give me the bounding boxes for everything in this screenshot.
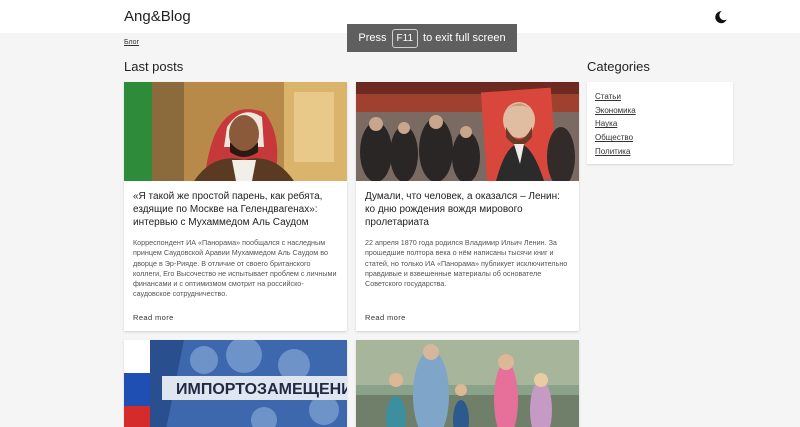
category-link-politics[interactable]: Политика: [595, 145, 725, 159]
moon-icon[interactable]: [713, 9, 729, 25]
category-link-science[interactable]: Наука: [595, 117, 725, 131]
post-title[interactable]: Думали, что человек, а оказался – Ленин:…: [365, 190, 570, 229]
fullscreen-notice: Press F11 to exit full screen: [347, 24, 517, 52]
post-card[interactable]: ИМПОРТОЗАМЕЩЕНИ: [124, 340, 347, 427]
post-image-prince[interactable]: [124, 82, 347, 181]
post-image-caption: ИМПОРТОЗАМЕЩЕНИ: [176, 381, 347, 398]
post-excerpt: 22 апреля 1870 года родился Владимир Иль…: [365, 238, 568, 289]
last-posts-heading: Last posts: [124, 59, 184, 74]
category-link-economy[interactable]: Экономика: [595, 104, 725, 118]
post-image-import-substitution[interactable]: ИМПОРТОЗАМЕЩЕНИ: [124, 340, 347, 427]
breadcrumb-blog[interactable]: Блог: [124, 39, 139, 46]
post-card[interactable]: [356, 340, 579, 427]
fullscreen-notice-after: to exit full screen: [423, 32, 506, 44]
brand-logo[interactable]: Ang&Blog: [124, 8, 191, 25]
category-link-articles[interactable]: Статьи: [595, 90, 725, 104]
category-link-society[interactable]: Общество: [595, 131, 725, 145]
read-more-link[interactable]: Read more: [133, 313, 174, 322]
post-excerpt: Корреспондент ИА «Панорама» пообщался с …: [133, 238, 337, 299]
post-title[interactable]: «Я такой же простой парень, как ребята, …: [133, 190, 338, 229]
categories-list: Статьи Экономика Наука Общество Политика: [587, 82, 733, 164]
post-image-lenin[interactable]: [356, 82, 579, 181]
fullscreen-key: F11: [391, 28, 419, 48]
post-card[interactable]: «Я такой же простой парень, как ребята, …: [124, 82, 347, 331]
categories-heading: Categories: [587, 59, 650, 74]
post-card[interactable]: Думали, что человек, а оказался – Ленин:…: [356, 82, 579, 331]
fullscreen-notice-before: Press: [358, 32, 387, 44]
post-image-family[interactable]: [356, 340, 579, 427]
read-more-link[interactable]: Read more: [365, 313, 406, 322]
